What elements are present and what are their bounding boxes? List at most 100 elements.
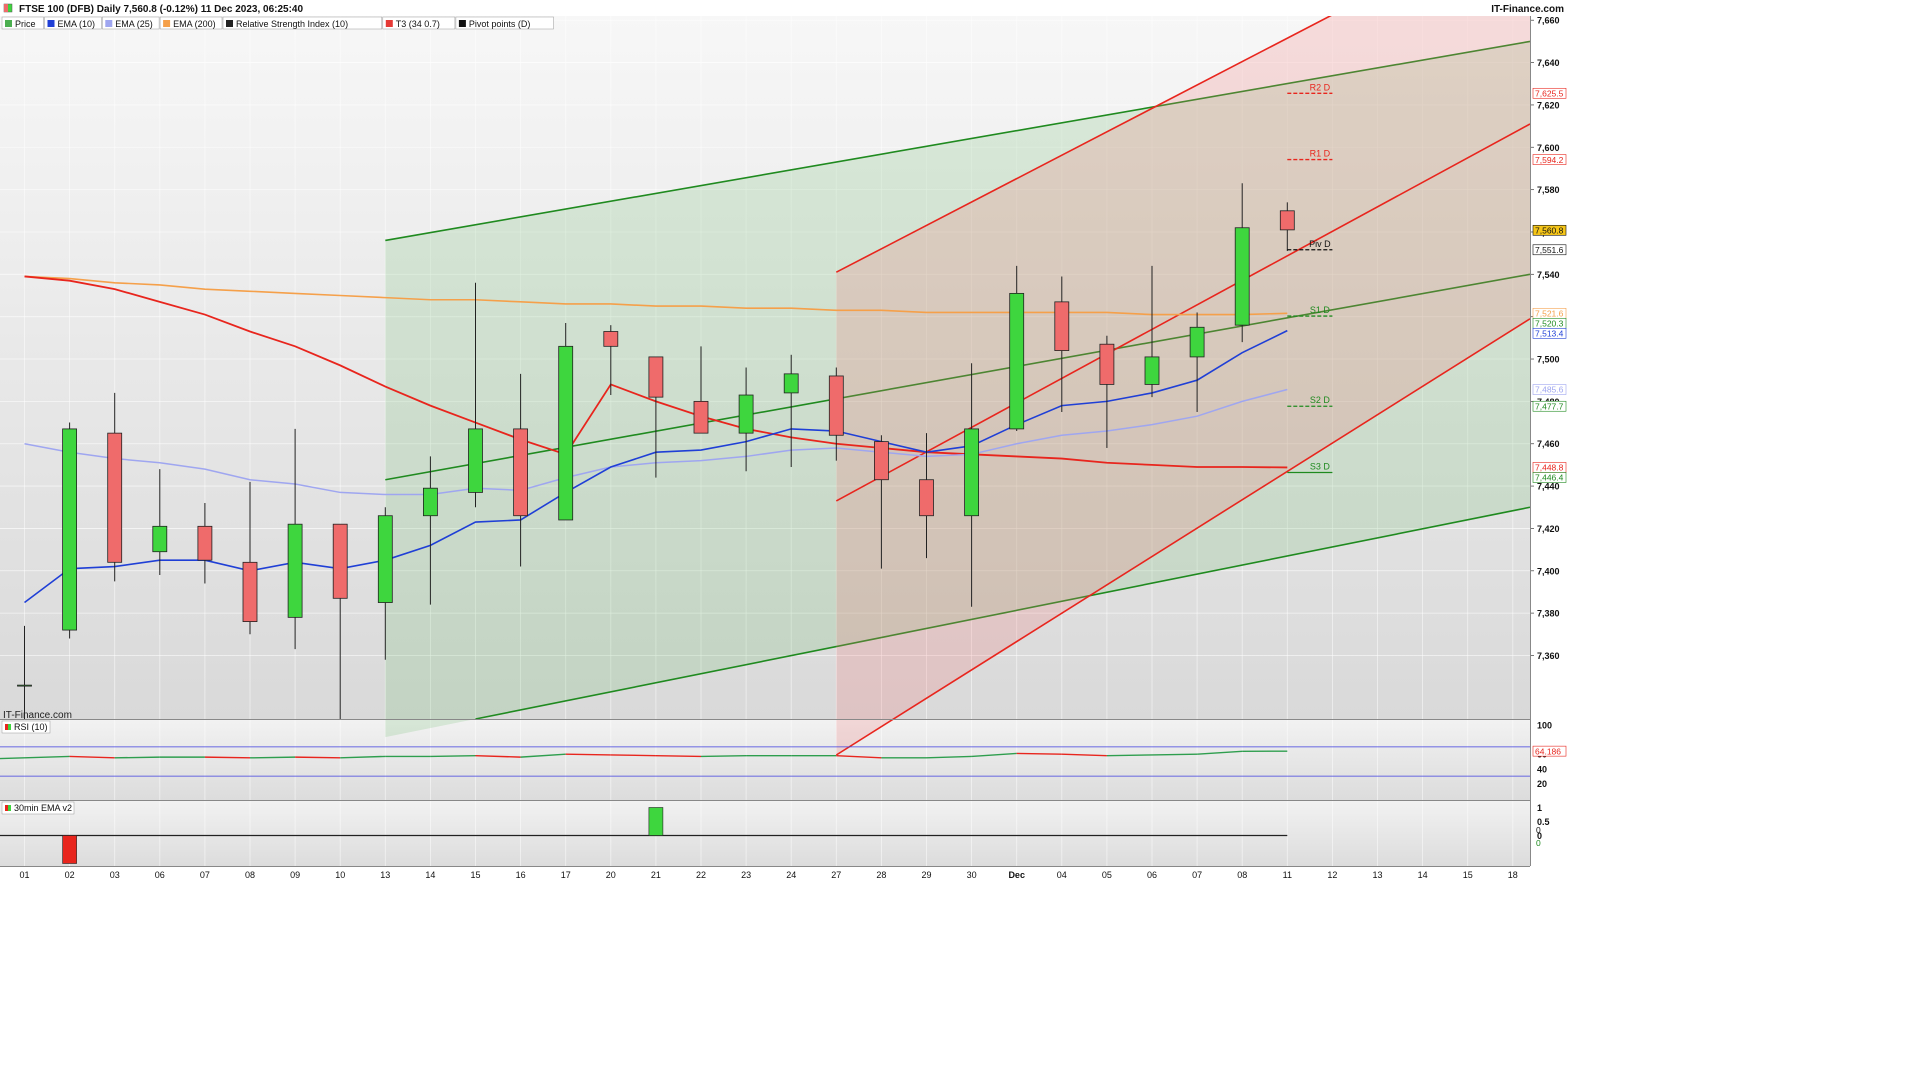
x-tick-label: 12 <box>1327 870 1337 880</box>
candle-up <box>964 428 979 517</box>
rsi-value-text: 64.186 <box>1535 746 1561 756</box>
x-tick-label: 27 <box>831 870 841 880</box>
candle-up <box>422 487 438 517</box>
y-tick-label: 7,620 <box>1537 100 1560 110</box>
pivot-label: Piv D <box>1309 239 1331 249</box>
rsi-segment <box>1151 753 1198 756</box>
x-tick-label: 15 <box>1463 870 1473 880</box>
pivot-label: S3 D <box>1310 462 1331 472</box>
candle-down <box>693 400 709 434</box>
x-tick-label: 13 <box>380 870 390 880</box>
rsi-segment <box>565 753 611 756</box>
rsi-y-label: 20 <box>1537 779 1547 789</box>
candle-up <box>1144 356 1160 385</box>
rsi-segment <box>1016 752 1062 755</box>
price-tag-text: 7,446.4 <box>1535 473 1564 483</box>
chart-window: R2 D R1 D Piv D S1 D S2 D S3 D 7,360 7,380 7,40… <box>0 0 1568 882</box>
y-tick-label: 7,360 <box>1537 651 1560 661</box>
candle-up <box>377 515 393 603</box>
price-tag-text: 7,477.7 <box>1535 401 1564 411</box>
rsi-icon-half <box>5 724 8 730</box>
rsi-segment <box>1106 754 1153 757</box>
rsi-segment <box>295 756 341 759</box>
candle-up <box>17 684 32 687</box>
x-tick-label: Dec <box>1008 870 1025 880</box>
indicator-panel-bg <box>0 800 1530 866</box>
y-tick-label: 7,600 <box>1537 143 1560 153</box>
candle-up <box>1234 227 1250 326</box>
rsi-segment <box>430 754 476 758</box>
pivot-label: R2 D <box>1310 82 1331 92</box>
x-tick-label: 18 <box>1508 870 1518 880</box>
candle-up <box>738 394 754 434</box>
x-tick-label: 13 <box>1372 870 1382 880</box>
y-tick-label: 7,400 <box>1537 566 1560 576</box>
x-tick-label: 15 <box>470 870 480 880</box>
legend-label: Price <box>15 19 36 29</box>
price-tag-text: 7,448.8 <box>1535 463 1564 473</box>
price-tag-text: 7,551.6 <box>1535 245 1564 255</box>
y-tick-label: 7,580 <box>1537 185 1560 195</box>
price-tag-text: 7,625.5 <box>1535 88 1564 98</box>
legend-label: EMA (10) <box>58 19 96 29</box>
candle-down <box>107 432 123 563</box>
legend: Price EMA (10) EMA (25) EMA (200) Relative S… <box>1 16 554 30</box>
y-tick-label: 7,500 <box>1537 355 1560 365</box>
y-tick-label: 7,460 <box>1537 439 1560 449</box>
rsi-segment <box>610 754 656 757</box>
pivot-label: S1 D <box>1310 305 1331 315</box>
price-tag-text: 7,594.2 <box>1535 155 1564 165</box>
signal-bar-down <box>62 835 77 864</box>
price-tag-text: 7,560.8 <box>1535 225 1564 235</box>
x-tick-label: 22 <box>696 870 706 880</box>
rsi-panel-bg <box>0 719 1530 800</box>
x-tick-label: 24 <box>786 870 796 880</box>
candle-down <box>648 356 664 398</box>
x-axis: 01 02 03 06 07 08 09 10 13 14 15 16 17 20 21 22 23 24 27 28… <box>0 866 1530 882</box>
rsi-segment <box>204 756 251 759</box>
x-tick-label: 17 <box>561 870 571 880</box>
candle-down <box>1054 301 1070 351</box>
chart-canvas[interactable]: R2 D R1 D Piv D S1 D S2 D S3 D 7,360 7,380 7,40… <box>0 0 1568 882</box>
candle-down <box>242 561 258 622</box>
candle-up <box>62 428 77 631</box>
candle-up <box>558 345 574 521</box>
x-tick-label: 02 <box>65 870 75 880</box>
x-tick-label: 21 <box>651 870 661 880</box>
y-tick-label: 7,640 <box>1537 58 1560 68</box>
x-axis-bg <box>0 866 1530 882</box>
y-tick-label: 7,660 <box>1537 16 1560 26</box>
candle-down <box>603 331 619 347</box>
pivot-label: S2 D <box>1310 395 1331 405</box>
signal-last-label: 0 <box>1536 838 1541 848</box>
y-tick-label: 7,420 <box>1537 524 1560 534</box>
app-icon-half <box>4 4 8 12</box>
x-tick-label: 06 <box>155 870 165 880</box>
legend-label: Relative Strength Index (10) <box>236 19 348 29</box>
legend-swatch <box>163 20 171 27</box>
price-tag-text: 7,513.4 <box>1535 328 1564 338</box>
x-tick-label: 16 <box>516 870 526 880</box>
price-tag-text: 7,521.6 <box>1535 308 1564 318</box>
watermark: IT-Finance.com <box>3 710 72 721</box>
candle-down <box>513 428 528 517</box>
rsi-segment <box>655 754 702 758</box>
x-tick-label: 03 <box>110 870 120 880</box>
legend-swatch <box>226 20 233 27</box>
x-tick-label: 14 <box>1418 870 1428 880</box>
ema-signal-icon-half <box>5 805 8 811</box>
x-tick-label: 10 <box>335 870 345 880</box>
candle-down <box>1099 343 1115 385</box>
legend-swatch <box>385 20 393 27</box>
x-tick-label: 01 <box>19 870 29 880</box>
legend-swatch <box>5 20 12 27</box>
candle-up <box>1189 326 1205 358</box>
x-tick-label: 28 <box>876 870 886 880</box>
candle-up <box>783 373 799 394</box>
x-tick-label: 07 <box>200 870 210 880</box>
candle-down <box>332 523 348 599</box>
x-tick-label: 09 <box>290 870 300 880</box>
candle-up <box>152 525 168 553</box>
x-tick-label: 08 <box>245 870 255 880</box>
y-tick-label: 7,380 <box>1537 609 1560 619</box>
